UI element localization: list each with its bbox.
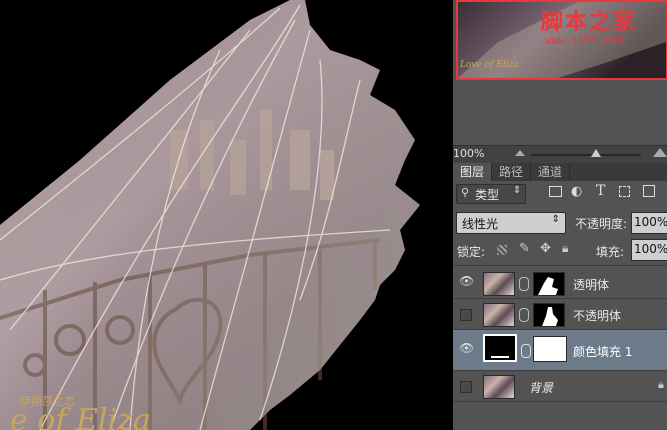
- layer-filter-row: ⚲ 类型 ⇕ ◐ T: [453, 182, 667, 206]
- tab-channels[interactable]: 通道: [531, 163, 570, 181]
- opacity-input[interactable]: 100%: [631, 212, 667, 234]
- filter-pixel-icon[interactable]: [549, 186, 562, 197]
- visibility-toggle-box[interactable]: [460, 381, 472, 393]
- link-chain-icon[interactable]: [519, 277, 529, 291]
- layer-mask-thumbnail[interactable]: [533, 303, 565, 327]
- lock-icon: 🔒︎: [658, 378, 664, 391]
- right-panel: Love of Eliza 脚本之家 www.jb51.net 100% 图层 …: [453, 0, 667, 430]
- visibility-eye-icon[interactable]: 👁︎: [459, 274, 474, 288]
- filter-type-icon[interactable]: T: [596, 183, 605, 199]
- veil-photo-cutout: 伊丽莎之恋 e of Eliza: [0, 0, 420, 430]
- zoom-bar: 100%: [453, 145, 667, 163]
- zoom-in-icon[interactable]: [653, 148, 667, 157]
- link-chain-icon[interactable]: [519, 308, 529, 322]
- navigator-panel: Love of Eliza 脚本之家 www.jb51.net: [453, 0, 667, 162]
- filter-kind-label: 类型: [475, 188, 500, 202]
- tab-paths[interactable]: 路径: [492, 163, 531, 181]
- lock-transparent-icon[interactable]: [497, 245, 507, 255]
- visibility-eye-icon[interactable]: 👁︎: [459, 341, 474, 355]
- layer-row-transparent[interactable]: 👁︎ 透明体: [453, 268, 667, 299]
- navigator-thumb-text: Love of Eliza: [460, 60, 519, 70]
- filter-adjustment-icon[interactable]: ◐: [571, 184, 582, 199]
- layer-name[interactable]: 背景: [529, 379, 553, 396]
- layer-mask-thumbnail[interactable]: [533, 336, 567, 362]
- layer-row-color-fill[interactable]: 👁︎ 颜色填充 1: [453, 330, 667, 371]
- search-icon: ⚲: [461, 186, 470, 199]
- filter-kind-dropdown[interactable]: ⚲ 类型 ⇕: [456, 184, 526, 204]
- visibility-toggle-box[interactable]: [460, 309, 472, 321]
- canvas-brand-en: e of Eliza: [10, 403, 151, 430]
- lock-brush-icon[interactable]: ✎: [519, 241, 530, 256]
- zoom-out-icon[interactable]: [515, 150, 525, 156]
- filter-smartobject-icon[interactable]: [643, 185, 655, 197]
- blend-mode-dropdown[interactable]: 线性光 ⇕: [456, 212, 566, 234]
- layer-thumbnail: [483, 303, 515, 327]
- watermark-site: 脚本之家: [541, 10, 638, 35]
- lock-all-icon[interactable]: 🔒︎: [562, 241, 568, 256]
- chevron-updown-icon: ⇕: [551, 214, 560, 225]
- zoom-value[interactable]: 100%: [453, 147, 484, 160]
- filter-shape-icon[interactable]: [619, 186, 630, 197]
- lock-label: 锁定:: [457, 245, 486, 259]
- layer-thumbnail: [483, 375, 515, 399]
- watermark-url: www.jb51.net: [545, 34, 625, 47]
- layer-mask-thumbnail[interactable]: [533, 272, 565, 296]
- opacity-label: 不透明度:: [575, 217, 628, 231]
- layer-row-background[interactable]: 背景 🔒︎: [453, 371, 667, 402]
- adjustment-slider-icon: [491, 356, 509, 358]
- lock-move-icon[interactable]: ✥: [540, 241, 551, 256]
- layers-divider: [453, 265, 667, 266]
- fill-input[interactable]: 100%: [631, 239, 667, 261]
- blend-row: 线性光 ⇕ 不透明度: 100%: [453, 209, 667, 235]
- fill-value: 100%: [634, 242, 667, 256]
- fill-label: 填充:: [596, 245, 625, 259]
- layer-thumbnail: [483, 272, 515, 296]
- color-fill-thumbnail[interactable]: [483, 334, 517, 362]
- blend-mode-value: 线性光: [462, 217, 499, 231]
- chevron-updown-icon: ⇕: [513, 185, 522, 196]
- layer-name[interactable]: 透明体: [573, 276, 609, 293]
- opacity-value: 100%: [634, 215, 667, 229]
- document-canvas[interactable]: 伊丽莎之恋 e of Eliza: [0, 0, 453, 430]
- panel-tabs: 图层 路径 通道: [453, 163, 667, 181]
- lock-row: 锁定: ✎ ✥ 🔒︎ 填充: 100%: [453, 238, 667, 262]
- layer-name[interactable]: 不透明体: [573, 307, 621, 324]
- zoom-slider-thumb[interactable]: [591, 149, 601, 157]
- layer-row-opaque[interactable]: 不透明体: [453, 299, 667, 330]
- link-chain-icon[interactable]: [521, 344, 531, 358]
- layer-name[interactable]: 颜色填充 1: [573, 343, 632, 360]
- tab-layers[interactable]: 图层: [453, 163, 492, 181]
- zoom-slider-track[interactable]: [531, 154, 641, 156]
